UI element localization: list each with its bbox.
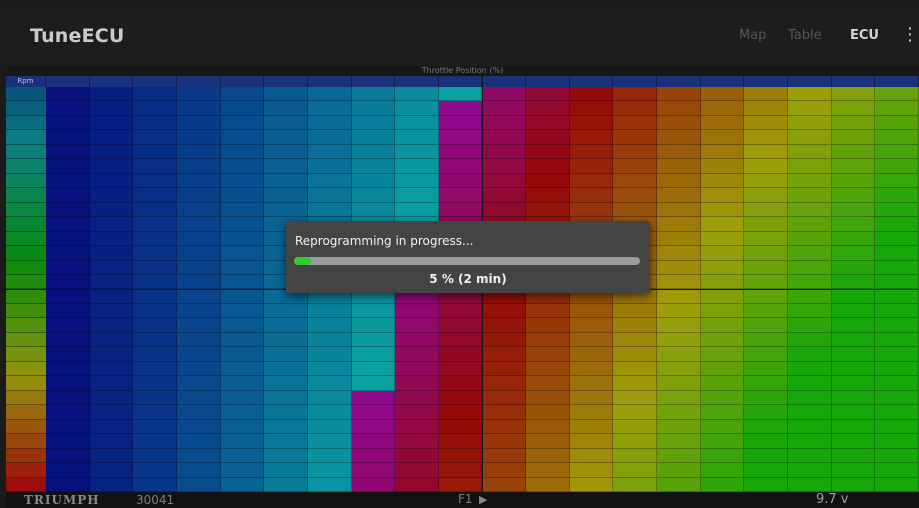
dialog-message: Reprogramming in progress... [295, 234, 474, 248]
progress-bar-fill [294, 257, 312, 265]
app-window: TuneECU Map Table ECU ⋮ Throttle Positio… [6, 8, 919, 508]
progress-dialog: Reprogramming in progress... 5 % (2 min) [286, 221, 650, 293]
progress-label: 5 % (2 min) [429, 272, 507, 286]
progress-bar [294, 257, 640, 265]
